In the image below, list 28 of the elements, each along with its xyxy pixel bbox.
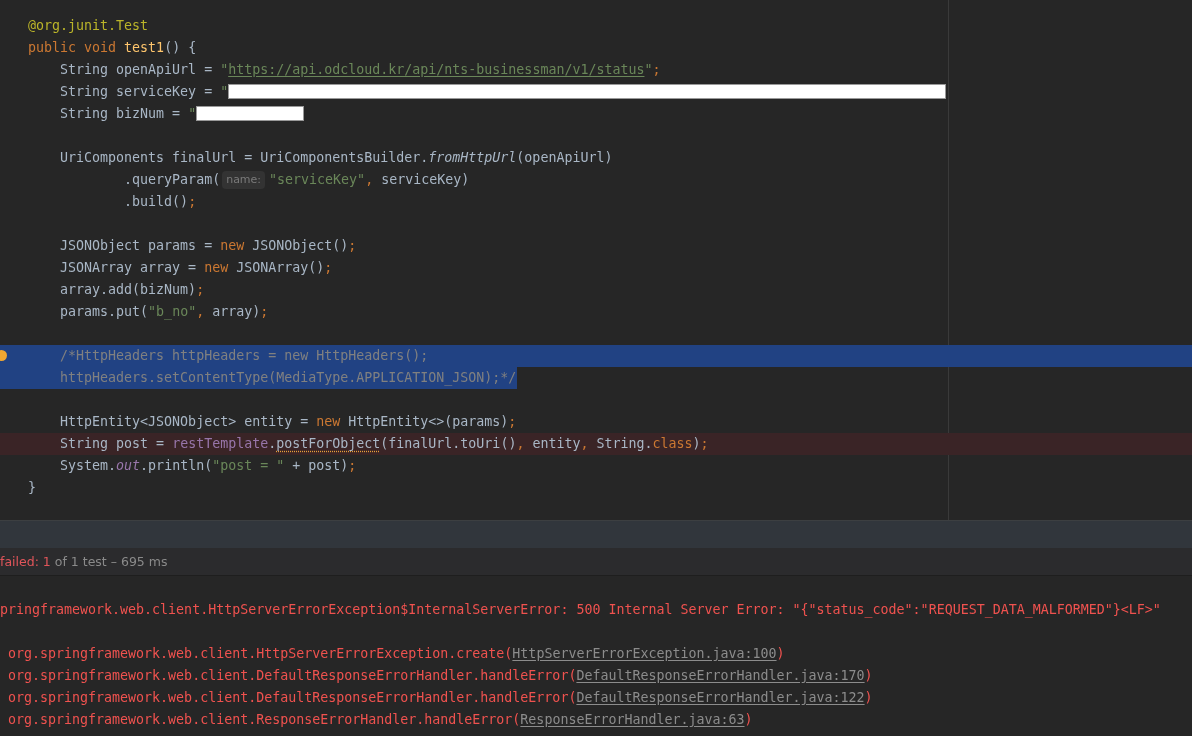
test-summary: of 1 test – 695 ms xyxy=(54,554,168,569)
failed-count: failed: 1 xyxy=(0,554,51,569)
code-line: .build(); xyxy=(123,193,198,211)
code-line: params.put("b_no", array); xyxy=(59,303,270,322)
source-link[interactable]: DefaultResponseErrorHandler.java:122 xyxy=(576,690,865,705)
source-link[interactable]: DefaultResponseErrorHandler.java:170 xyxy=(576,668,865,683)
code-line: String serviceKey = " xyxy=(0,81,1192,103)
code-line: .queryParam( name: "serviceKey", serviceKey) xyxy=(123,170,471,191)
source-link[interactable]: HttpServerErrorException.java:100 xyxy=(512,646,777,661)
code-line: JSONArray array = new JSONArray(); xyxy=(59,259,334,277)
console-line: pringframework.web.client.HttpServerErrorException$InternalServerError: 500 Internal Server Error: "{"status_code":"REQUEST_DATA_MALFORMED"}<LF>" xyxy=(0,601,1161,620)
console-line: org.springframework.web.client.DefaultResponseErrorHandler.handleError(DefaultResponseErrorHandler.java:122) xyxy=(7,689,873,707)
code-line: String bizNum = " xyxy=(0,103,1192,125)
console-line: org.springframework.web.client.ResponseErrorHandler.handleError(ResponseErrorHandler.java:63) xyxy=(7,711,753,729)
code-line: } xyxy=(27,479,38,497)
code-line: HttpEntity<JSONObject> entity = new HttpEntity<>(params); xyxy=(59,413,518,431)
code-line: array.add(bizNum); xyxy=(59,281,206,299)
parameter-hint: name: xyxy=(222,171,266,189)
code-line: @org.junit.Test xyxy=(27,17,150,35)
console-line: org.springframework.web.client.DefaultResponseErrorHandler.handleError(DefaultResponseErrorHandler.java:170) xyxy=(7,667,873,685)
code-line: public void test1() { xyxy=(27,39,198,57)
url-link[interactable]: https://api.odcloud.kr/api/nts-businessman/v1/status xyxy=(228,62,645,77)
code-line: UriComponents finalUrl = UriComponentsBuilder.fromHttpUrl(openApiUrl) xyxy=(59,149,614,167)
source-link[interactable]: ResponseErrorHandler.java:63 xyxy=(520,712,745,727)
code-line: System.out.println("post = " + post); xyxy=(59,457,358,475)
code-line: String openApiUrl = "https://api.odcloud.kr/api/nts-businessman/v1/status"; xyxy=(59,61,662,79)
console-line: org.springframework.web.client.HttpServerErrorException.create(HttpServerErrorException.java:100) xyxy=(7,645,785,663)
code-line: JSONObject params = new JSONObject(); xyxy=(59,237,358,255)
